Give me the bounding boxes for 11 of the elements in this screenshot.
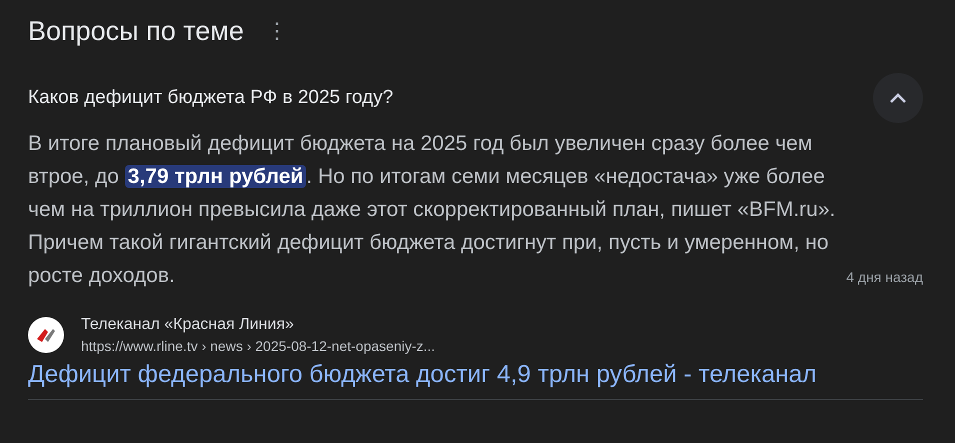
result-link[interactable]: Дефицит федерального бюджета достиг 4,9 трлн рублей - телеканал: [28, 361, 817, 389]
site-url: https://www.rline.tv › news › 2025-08-12-net-opaseniy-z...: [81, 338, 436, 354]
answer-text: В итоге плановый дефицит бюджета на 2025 год был увеличен сразу более чем втрое, до 3,79 трлн рублей. Но по итогам семи месяцев «недостача» уже более чем на триллион превысила даже этот скорректированный план, пишет «BFM.ru». Причем такой гигантский дефицит бюджета достигнут при, пусть и умеренном, но росте доходов.: [28, 131, 836, 289]
site-logo-icon: [28, 317, 64, 353]
site-name: Телеканал «Красная Линия»: [81, 316, 295, 334]
section-title: Вопросы по теме: [28, 16, 244, 46]
collapse-button[interactable]: [873, 73, 923, 123]
chevron-icon: [889, 92, 907, 104]
question-text[interactable]: Каков дефицит бюджета РФ в 2025 году?: [28, 87, 394, 109]
timestamp: 4 дня назад: [846, 269, 923, 285]
more-options-button[interactable]: ⋮: [262, 18, 292, 44]
